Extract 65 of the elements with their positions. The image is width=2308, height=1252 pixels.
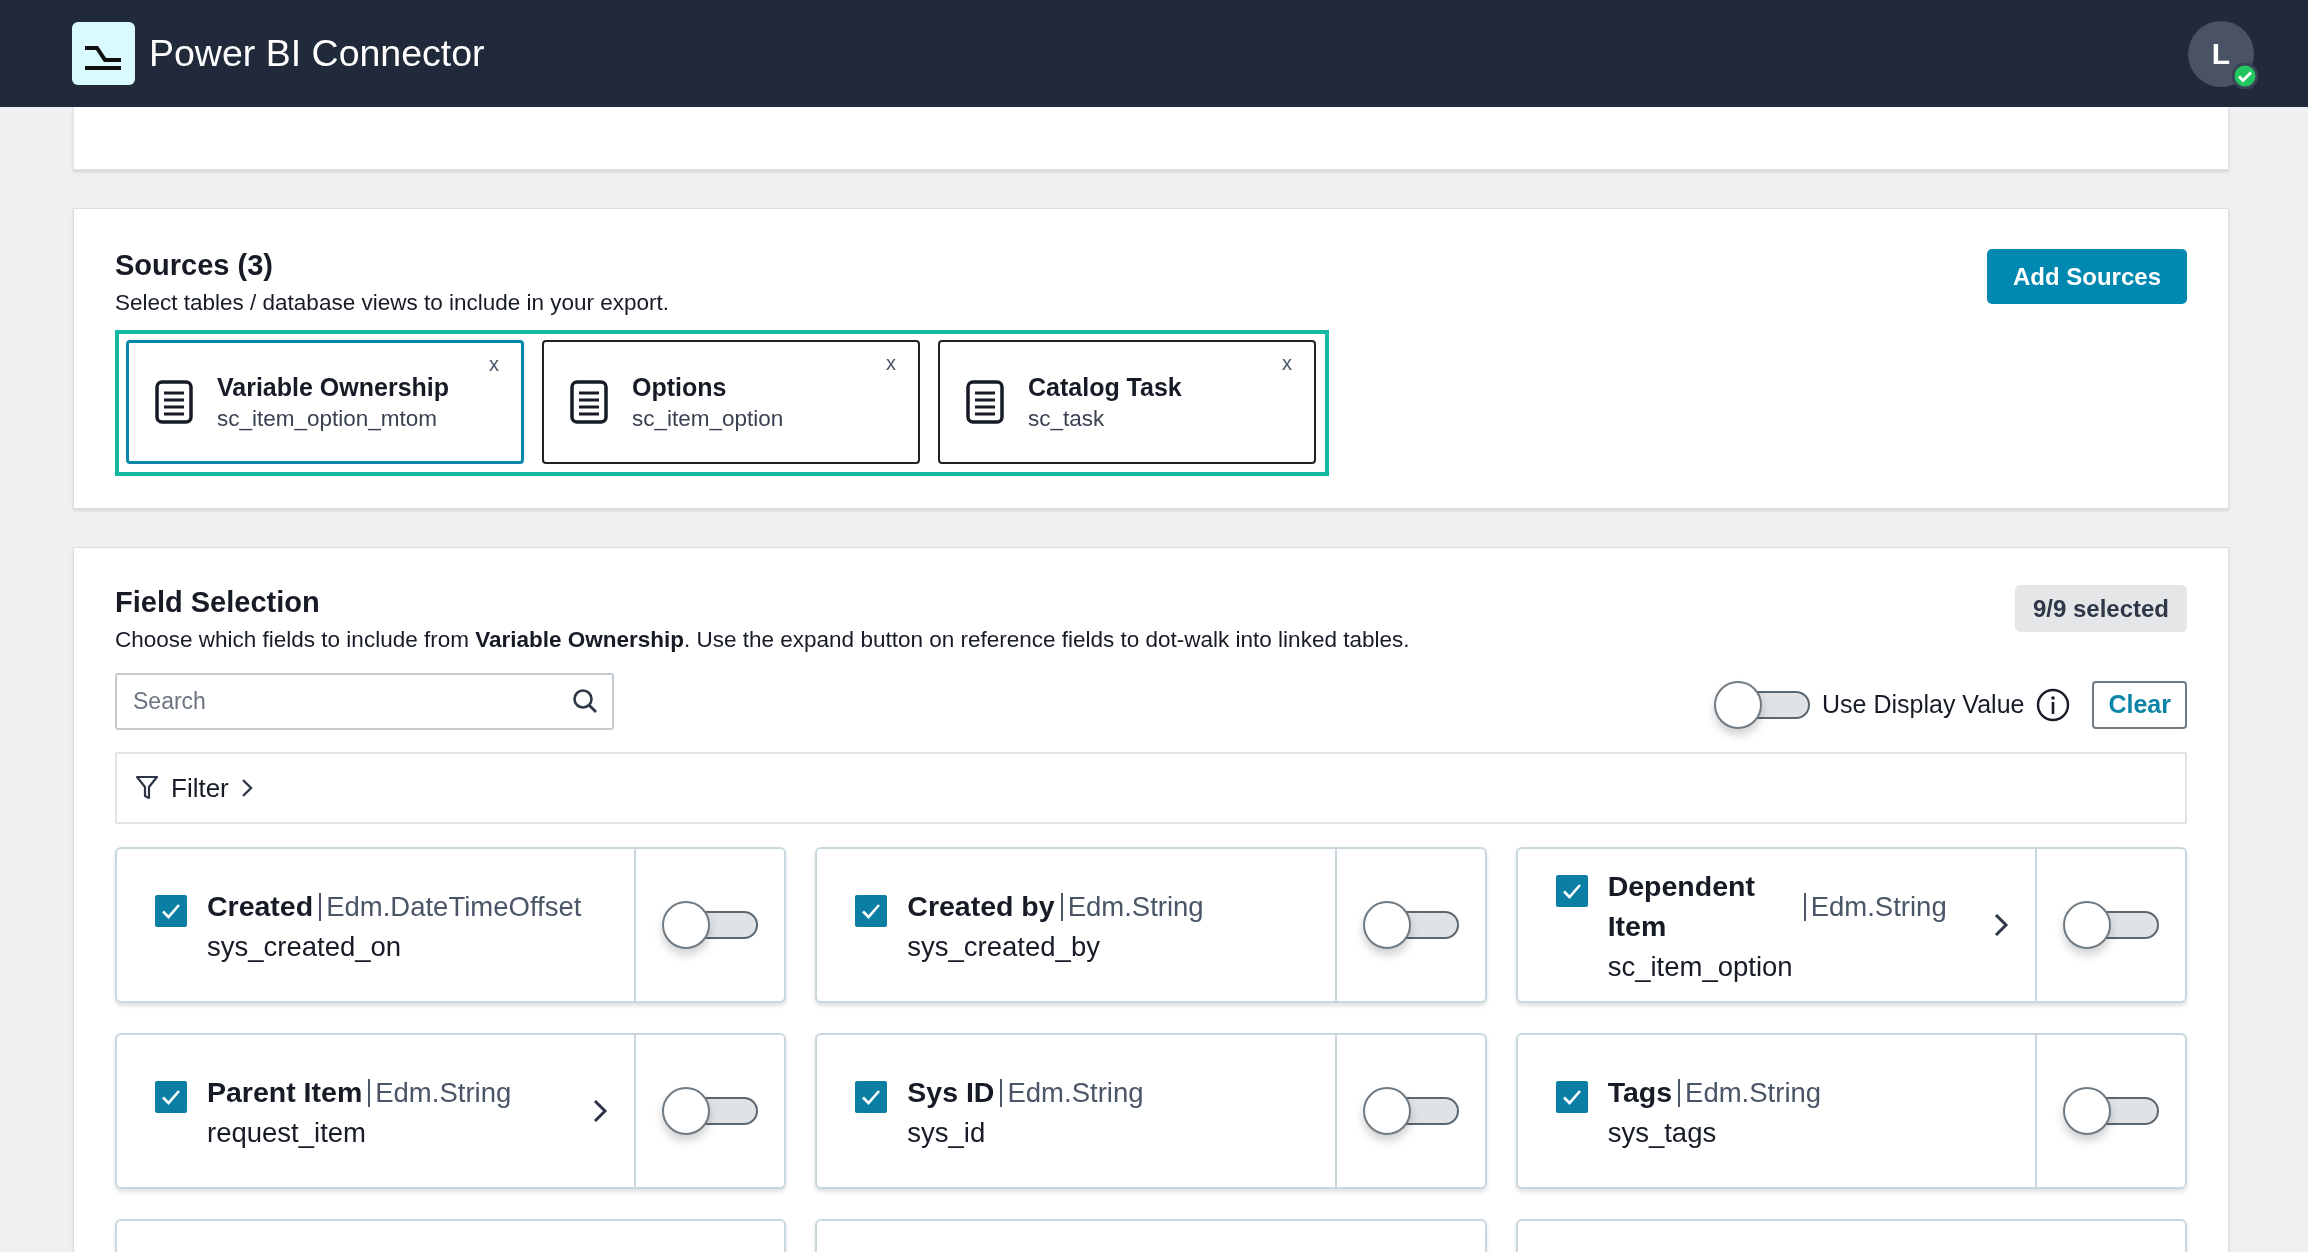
source-table: sc_item_option xyxy=(632,405,784,432)
app-title: Power BI Connector xyxy=(149,32,486,75)
remove-button[interactable]: x xyxy=(1282,352,1292,376)
field-type: Edm.String xyxy=(1803,893,1973,921)
search-field[interactable]: Search xyxy=(115,673,614,731)
field-type: Edm.String xyxy=(1060,893,1309,921)
checkbox[interactable] xyxy=(855,1081,888,1114)
remove-button[interactable]: x xyxy=(489,353,499,377)
field-label: Parent Item xyxy=(207,1075,363,1111)
logo-icon xyxy=(72,22,135,85)
section-description: Select tables / database views to include in your export. xyxy=(115,288,671,317)
field-name: sys_created_by xyxy=(907,931,1101,964)
field-name: sc_item_option xyxy=(1607,951,1794,984)
section-title: Field Selection xyxy=(115,585,320,620)
checkbox[interactable] xyxy=(155,1081,187,1114)
source-name: Catalog Task xyxy=(1028,372,1182,402)
section-title: Sources (3) xyxy=(115,248,273,283)
checkbox[interactable] xyxy=(155,895,187,928)
info-icon[interactable] xyxy=(2036,687,2071,722)
field-type: Edm.String xyxy=(1678,1079,2009,1107)
toggle-switch[interactable] xyxy=(1362,901,1459,950)
filter-label: Filter xyxy=(171,772,229,804)
source-card[interactable]: Variable Ownership sc_item_option_mtom x xyxy=(126,340,524,465)
checkbox[interactable] xyxy=(1555,875,1588,908)
section-description: Choose which fields to include from Variable Ownership. Use the expand button on reference fields to dot-walk into linked tables. xyxy=(115,625,1411,654)
toggle-label: Use Display Value xyxy=(1822,690,2025,720)
field-type: Edm.String xyxy=(1000,1079,1309,1107)
field-label: Created by xyxy=(907,889,1055,925)
filter-bar[interactable]: Filter xyxy=(115,752,2187,825)
source-table: sc_task xyxy=(1028,405,1182,432)
remove-button[interactable]: x xyxy=(886,352,896,376)
document-icon xyxy=(966,380,1004,425)
checkbox[interactable] xyxy=(1555,1081,1588,1114)
field-type: Edm.DateTimeOffset xyxy=(319,893,609,921)
toggle-switch[interactable] xyxy=(1362,1087,1459,1136)
source-name: Variable Ownership xyxy=(217,372,450,402)
toggle-switch[interactable] xyxy=(2063,1087,2159,1136)
toggle-switch[interactable] xyxy=(2063,901,2159,950)
source-table: sc_item_option_mtom xyxy=(217,405,450,432)
field-name: request_item xyxy=(207,1117,367,1150)
source-name: Options xyxy=(632,372,728,402)
field-name: sys_id xyxy=(907,1117,987,1150)
chevron-right-icon[interactable] xyxy=(592,1098,609,1125)
field-label: Created xyxy=(207,889,314,925)
search-icon[interactable] xyxy=(572,688,598,715)
field-type: Edm.String xyxy=(368,1079,573,1107)
source-card[interactable]: Options sc_item_option x xyxy=(542,340,920,465)
source-card[interactable]: Catalog Task sc_task x xyxy=(938,340,1316,465)
toggle-switch[interactable] xyxy=(662,901,759,950)
field-name: sys_created_on xyxy=(207,931,403,964)
field-name: sys_tags xyxy=(1607,1117,1718,1150)
funnel-icon xyxy=(135,775,159,802)
field-label: Sys ID xyxy=(907,1075,995,1111)
clear-button[interactable]: Clear xyxy=(2092,680,2187,729)
field-label: Dependent Item xyxy=(1607,869,1756,945)
document-icon xyxy=(570,380,608,425)
chevron-right-icon[interactable] xyxy=(1993,912,2009,939)
toggle-switch[interactable] xyxy=(1714,680,1811,729)
add-sources-button[interactable]: Add Sources xyxy=(1986,249,2187,304)
selection-count: 9/9 selected xyxy=(2014,585,2187,632)
chevron-right-icon xyxy=(240,778,253,799)
checkbox[interactable] xyxy=(855,895,888,928)
toggle-switch[interactable] xyxy=(662,1087,759,1136)
field-label: Tags xyxy=(1607,1075,1673,1111)
document-icon xyxy=(155,380,193,425)
